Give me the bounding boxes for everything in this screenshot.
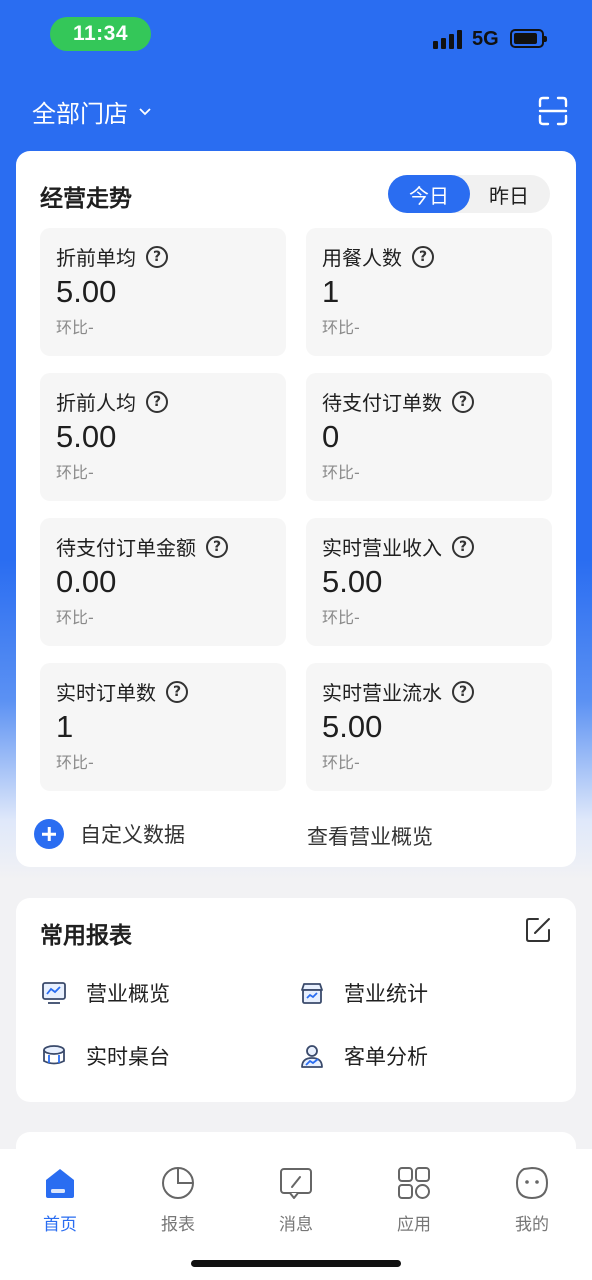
pie-chart-icon [162, 1167, 194, 1199]
tab-label: 报表 [161, 1215, 195, 1235]
metric-label: 待支付订单金额 [56, 536, 196, 560]
custom-data-label: 自定义数据 [80, 823, 185, 847]
chevron-down-icon [139, 107, 151, 115]
signal-icon [433, 29, 463, 49]
metric-compare: 环比- [322, 463, 360, 482]
help-icon[interactable]: ? [452, 680, 474, 703]
report-item[interactable]: 实时桌台 [40, 1041, 170, 1071]
view-overview-link[interactable]: 查看营业概览 [307, 821, 433, 851]
tab-profile[interactable]: 我的 [492, 1165, 572, 1235]
profile-icon [516, 1167, 548, 1199]
help-icon[interactable]: ? [146, 390, 168, 413]
tab-messages[interactable]: 消息 [256, 1165, 336, 1235]
report-label: 营业概览 [86, 982, 170, 1006]
metric-compare: 环比- [56, 318, 94, 337]
tab-label: 消息 [279, 1215, 313, 1235]
tab-label: 应用 [397, 1215, 431, 1235]
metric-value: 5.00 [56, 419, 117, 454]
metric-card[interactable]: 折前单均? 5.00 环比- [40, 228, 286, 356]
tab-label: 我的 [515, 1215, 549, 1235]
apps-icon [398, 1167, 430, 1199]
metric-compare: 环比- [56, 753, 94, 772]
report-label: 营业统计 [344, 982, 428, 1006]
metric-value: 1 [56, 709, 74, 744]
tab-yesterday[interactable]: 昨日 [468, 175, 550, 213]
store-selector[interactable]: 全部门店 [32, 94, 152, 129]
help-icon[interactable]: ? [206, 535, 228, 558]
trend-title: 经营走势 [40, 186, 132, 212]
business-trend-card: 经营走势 今日 昨日 折前单均? 5.00 环比- 用餐人数? 1 环比- 折前… [16, 151, 576, 867]
metric-label: 折前单均 [56, 246, 136, 270]
battery-icon [510, 29, 547, 48]
report-item[interactable]: 营业概览 [40, 978, 170, 1008]
help-icon[interactable]: ? [146, 245, 168, 268]
store-selector-label: 全部门店 [32, 100, 128, 128]
help-icon[interactable]: ? [452, 535, 474, 558]
help-icon[interactable]: ? [166, 680, 188, 703]
metric-value: 5.00 [56, 274, 117, 309]
date-toggle: 今日 昨日 [388, 175, 550, 213]
report-item[interactable]: 客单分析 [298, 1041, 428, 1071]
report-label: 实时桌台 [86, 1045, 170, 1069]
custom-data-button[interactable]: 自定义数据 [34, 819, 185, 849]
tab-today[interactable]: 今日 [388, 175, 470, 213]
tab-home[interactable]: 首页 [20, 1165, 100, 1235]
tab-label: 首页 [43, 1215, 77, 1235]
home-icon [46, 1169, 74, 1198]
metric-label: 折前人均 [56, 391, 136, 415]
metric-card[interactable]: 待支付订单数? 0 环比- [306, 373, 552, 501]
metric-label: 用餐人数 [322, 246, 402, 270]
metric-label: 实时订单数 [56, 681, 156, 705]
metric-value: 0 [322, 419, 340, 454]
reports-title: 常用报表 [40, 923, 132, 949]
scan-icon[interactable] [538, 96, 568, 126]
metric-compare: 环比- [322, 608, 360, 627]
common-reports-card: 常用报表 营业概览 营业统计 实时桌台 客单分析 [16, 898, 576, 1102]
report-item[interactable]: 营业统计 [298, 978, 428, 1008]
metric-compare: 环比- [322, 753, 360, 772]
metric-compare: 环比- [56, 463, 94, 482]
metric-value: 5.00 [322, 709, 383, 744]
home-indicator [191, 1260, 401, 1267]
table-icon [43, 1045, 65, 1065]
metric-value: 0.00 [56, 564, 117, 599]
metric-card[interactable]: 用餐人数? 1 环比- [306, 228, 552, 356]
metric-label: 实时营业流水 [322, 681, 442, 705]
network-type: 5G [472, 28, 499, 50]
store-icon [301, 983, 323, 1004]
metric-card[interactable]: 折前人均? 5.00 环比- [40, 373, 286, 501]
metric-value: 5.00 [322, 564, 383, 599]
report-label: 客单分析 [344, 1045, 428, 1069]
plus-icon [34, 819, 64, 849]
status-time: 11:34 [50, 17, 151, 51]
metric-label: 实时营业收入 [322, 536, 442, 560]
tab-apps[interactable]: 应用 [374, 1165, 454, 1235]
help-icon[interactable]: ? [412, 245, 434, 268]
metric-card[interactable]: 实时营业流水? 5.00 环比- [306, 663, 552, 791]
person-chart-icon [301, 1045, 323, 1068]
metric-compare: 环比- [56, 608, 94, 627]
metric-label: 待支付订单数 [322, 391, 442, 415]
help-icon[interactable]: ? [452, 390, 474, 413]
tab-reports[interactable]: 报表 [138, 1165, 218, 1235]
metric-card[interactable]: 实时营业收入? 5.00 环比- [306, 518, 552, 646]
message-icon [280, 1168, 312, 1199]
edit-icon[interactable] [524, 916, 552, 944]
metric-card[interactable]: 待支付订单金额? 0.00 环比- [40, 518, 286, 646]
metric-compare: 环比- [322, 318, 360, 337]
monitor-chart-icon [42, 982, 66, 1004]
metric-value: 1 [322, 274, 340, 309]
metric-card[interactable]: 实时订单数? 1 环比- [40, 663, 286, 791]
